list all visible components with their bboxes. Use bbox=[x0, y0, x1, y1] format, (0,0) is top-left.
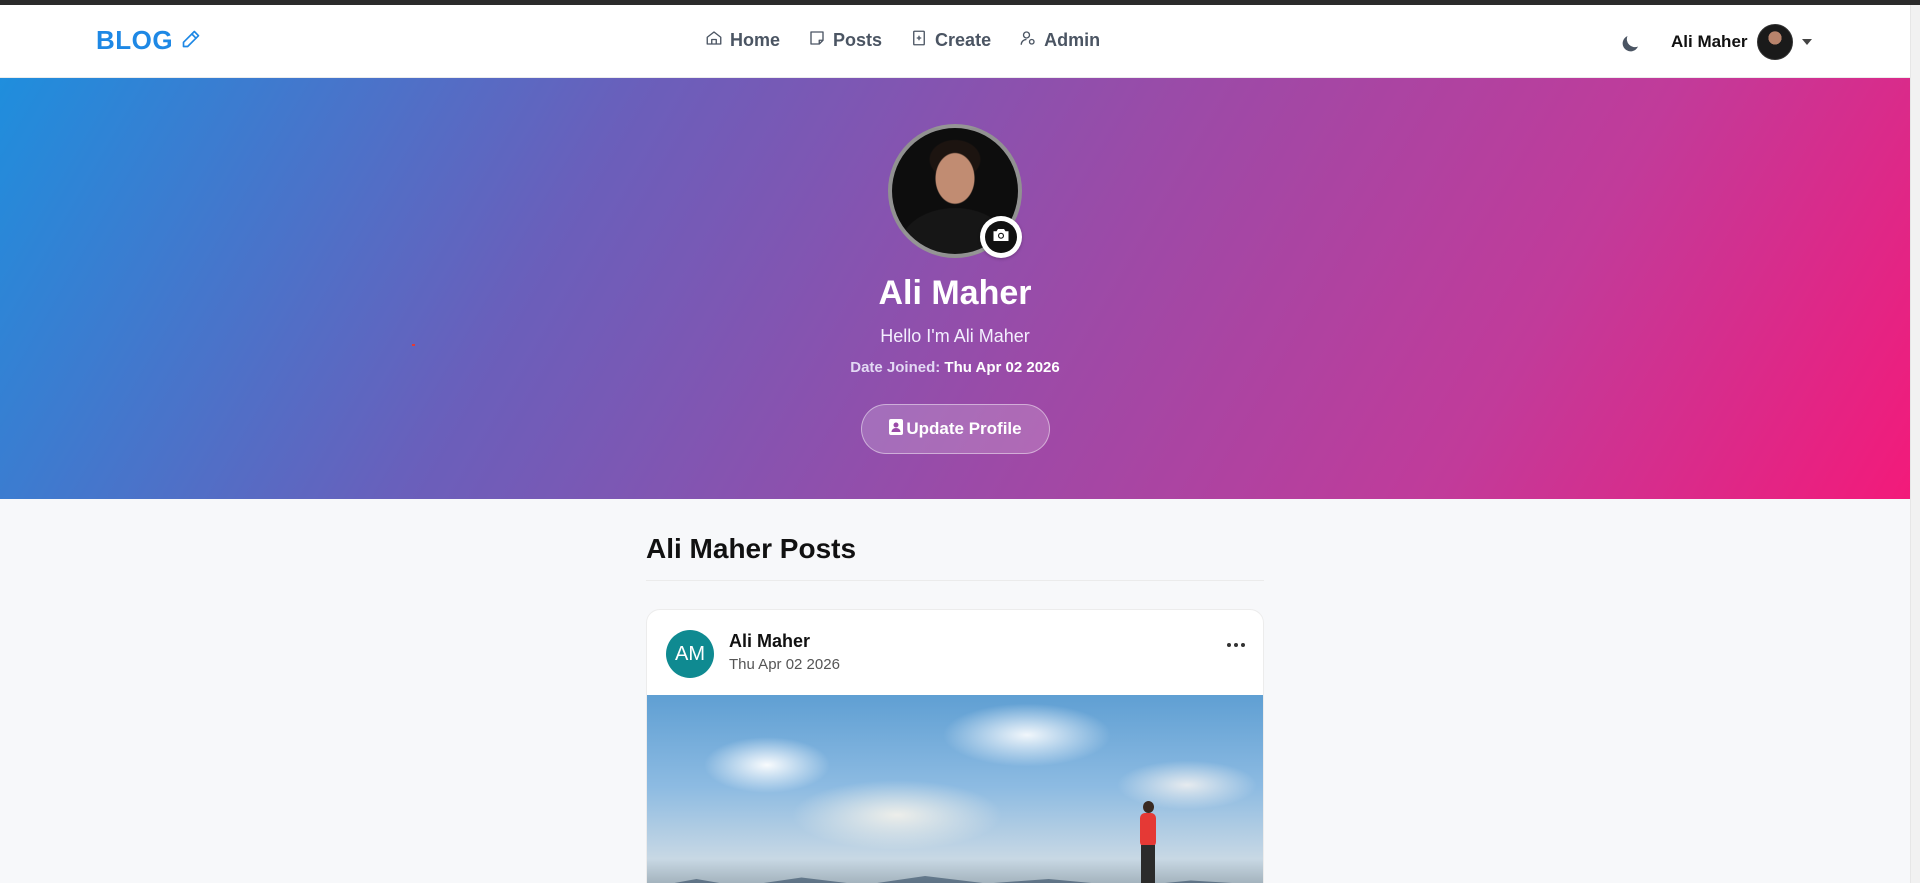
navbar: BLOG Home Posts Create Admin Ali Maher bbox=[0, 5, 1910, 78]
posts-icon bbox=[808, 29, 826, 52]
date-joined-label: Date Joined: bbox=[850, 359, 941, 376]
pencil-icon bbox=[181, 25, 201, 56]
more-dot-icon bbox=[1241, 643, 1245, 647]
more-dot-icon bbox=[1227, 643, 1231, 647]
more-dot-icon bbox=[1234, 643, 1238, 647]
nav-create-label: Create bbox=[935, 30, 992, 50]
create-icon bbox=[910, 29, 928, 52]
post-image-person bbox=[1140, 813, 1156, 847]
nav-posts[interactable]: Posts bbox=[808, 29, 882, 52]
theme-toggle-button[interactable] bbox=[1618, 32, 1642, 56]
date-joined-value: Thu Apr 02 2026 bbox=[944, 359, 1060, 376]
divider bbox=[646, 580, 1264, 581]
posts-section-title: Ali Maher Posts bbox=[646, 533, 857, 564]
avatar bbox=[1756, 24, 1793, 60]
post-image-person-head bbox=[1143, 801, 1154, 813]
admin-icon bbox=[1019, 29, 1037, 52]
profile-bio: Hello I'm Ali Maher bbox=[880, 326, 1030, 346]
camera-icon bbox=[992, 227, 1010, 248]
brand-logo[interactable]: BLOG bbox=[96, 25, 201, 56]
scrollbar[interactable] bbox=[1910, 5, 1920, 883]
post-options-button[interactable] bbox=[1227, 640, 1249, 650]
brand-label: BLOG bbox=[96, 25, 174, 55]
chevron-down-icon bbox=[1801, 39, 1812, 45]
update-profile-label: Update Profile bbox=[906, 419, 1022, 438]
user-menu-name: Ali Maher bbox=[1671, 32, 1748, 51]
post-author-avatar[interactable]: AM bbox=[666, 630, 714, 678]
nav-create[interactable]: Create bbox=[910, 29, 991, 52]
stray-dot bbox=[412, 344, 415, 346]
post-image-mountains bbox=[647, 876, 1263, 883]
user-menu[interactable]: Ali Maher bbox=[1671, 24, 1812, 60]
update-profile-button[interactable]: Update Profile bbox=[861, 404, 1050, 454]
nav-home[interactable]: Home bbox=[705, 29, 780, 52]
post-image[interactable] bbox=[647, 695, 1263, 883]
post-author-name[interactable]: Ali Maher bbox=[729, 631, 810, 652]
post-card[interactable]: AM Ali Maher Thu Apr 02 2026 bbox=[646, 609, 1264, 883]
date-joined: Date Joined: Thu Apr 02 2026 bbox=[0, 359, 1910, 376]
nav-admin-label: Admin bbox=[1044, 30, 1101, 50]
profile-avatar-container bbox=[888, 124, 1022, 258]
home-icon bbox=[705, 29, 723, 52]
nav-posts-label: Posts bbox=[833, 30, 883, 50]
profile-hero: Ali Maher Hello I'm Ali Maher Date Joine… bbox=[0, 78, 1910, 499]
post-image-person-legs bbox=[1141, 845, 1155, 883]
moon-icon bbox=[1618, 36, 1642, 60]
change-photo-button[interactable] bbox=[980, 216, 1022, 258]
nav-home-label: Home bbox=[730, 30, 781, 50]
profile-name: Ali Maher bbox=[878, 274, 1032, 312]
nav-admin[interactable]: Admin bbox=[1019, 29, 1100, 52]
post-date: Thu Apr 02 2026 bbox=[729, 656, 840, 673]
profile-card-icon bbox=[889, 418, 904, 440]
main-nav: Home Posts Create Admin bbox=[705, 29, 1100, 52]
